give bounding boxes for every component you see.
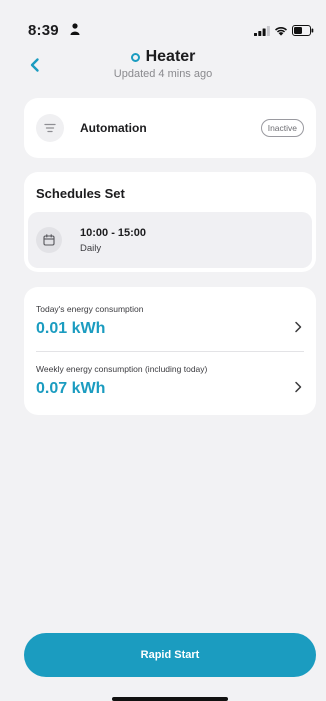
chevron-right-icon bbox=[295, 381, 302, 393]
page-title: Heater bbox=[145, 48, 196, 65]
status-bar: 8:39 bbox=[0, 0, 326, 44]
energy-row-today[interactable]: Today's energy consumption 0.01 kWh bbox=[36, 295, 304, 355]
device-detail-screen: 8:39 Heater Updated 4 mins ago Automatio… bbox=[0, 0, 326, 701]
schedules-heading: Schedules Set bbox=[36, 186, 125, 201]
divider bbox=[36, 351, 304, 352]
schedule-frequency: Daily bbox=[80, 243, 102, 254]
automation-label: Automation bbox=[80, 121, 147, 135]
energy-value: 0.07 kWh bbox=[36, 380, 106, 397]
energy-label: Today's energy consumption bbox=[36, 304, 144, 314]
status-dot-icon bbox=[130, 52, 140, 62]
status-time: 8:39 bbox=[28, 22, 59, 39]
battery-icon bbox=[292, 25, 314, 36]
rapid-start-button[interactable]: Rapid Start bbox=[24, 633, 316, 677]
home-indicator bbox=[112, 697, 228, 701]
last-updated-text: Updated 4 mins ago bbox=[113, 68, 213, 80]
calendar-icon bbox=[36, 227, 62, 253]
person-icon bbox=[70, 23, 80, 35]
energy-value: 0.01 kWh bbox=[36, 320, 106, 337]
title-row: Heater bbox=[0, 48, 326, 66]
status-badge: Inactive bbox=[260, 119, 304, 137]
energy-card: Today's energy consumption 0.01 kWh Week… bbox=[24, 287, 316, 415]
schedule-item[interactable]: 10:00 - 15:00 Daily bbox=[28, 212, 312, 268]
filter-lines-icon bbox=[36, 114, 64, 142]
signal-icon bbox=[254, 25, 270, 36]
chevron-right-icon bbox=[295, 321, 302, 333]
schedules-card: Schedules Set 10:00 - 15:00 Daily bbox=[24, 172, 316, 272]
status-icons bbox=[254, 25, 314, 36]
wifi-icon bbox=[275, 26, 287, 36]
automation-card[interactable]: Automation Inactive bbox=[24, 98, 316, 158]
schedule-time: 10:00 - 15:00 bbox=[80, 227, 147, 239]
energy-row-weekly[interactable]: Weekly energy consumption (including tod… bbox=[36, 355, 304, 415]
energy-label: Weekly energy consumption (including tod… bbox=[36, 364, 208, 374]
